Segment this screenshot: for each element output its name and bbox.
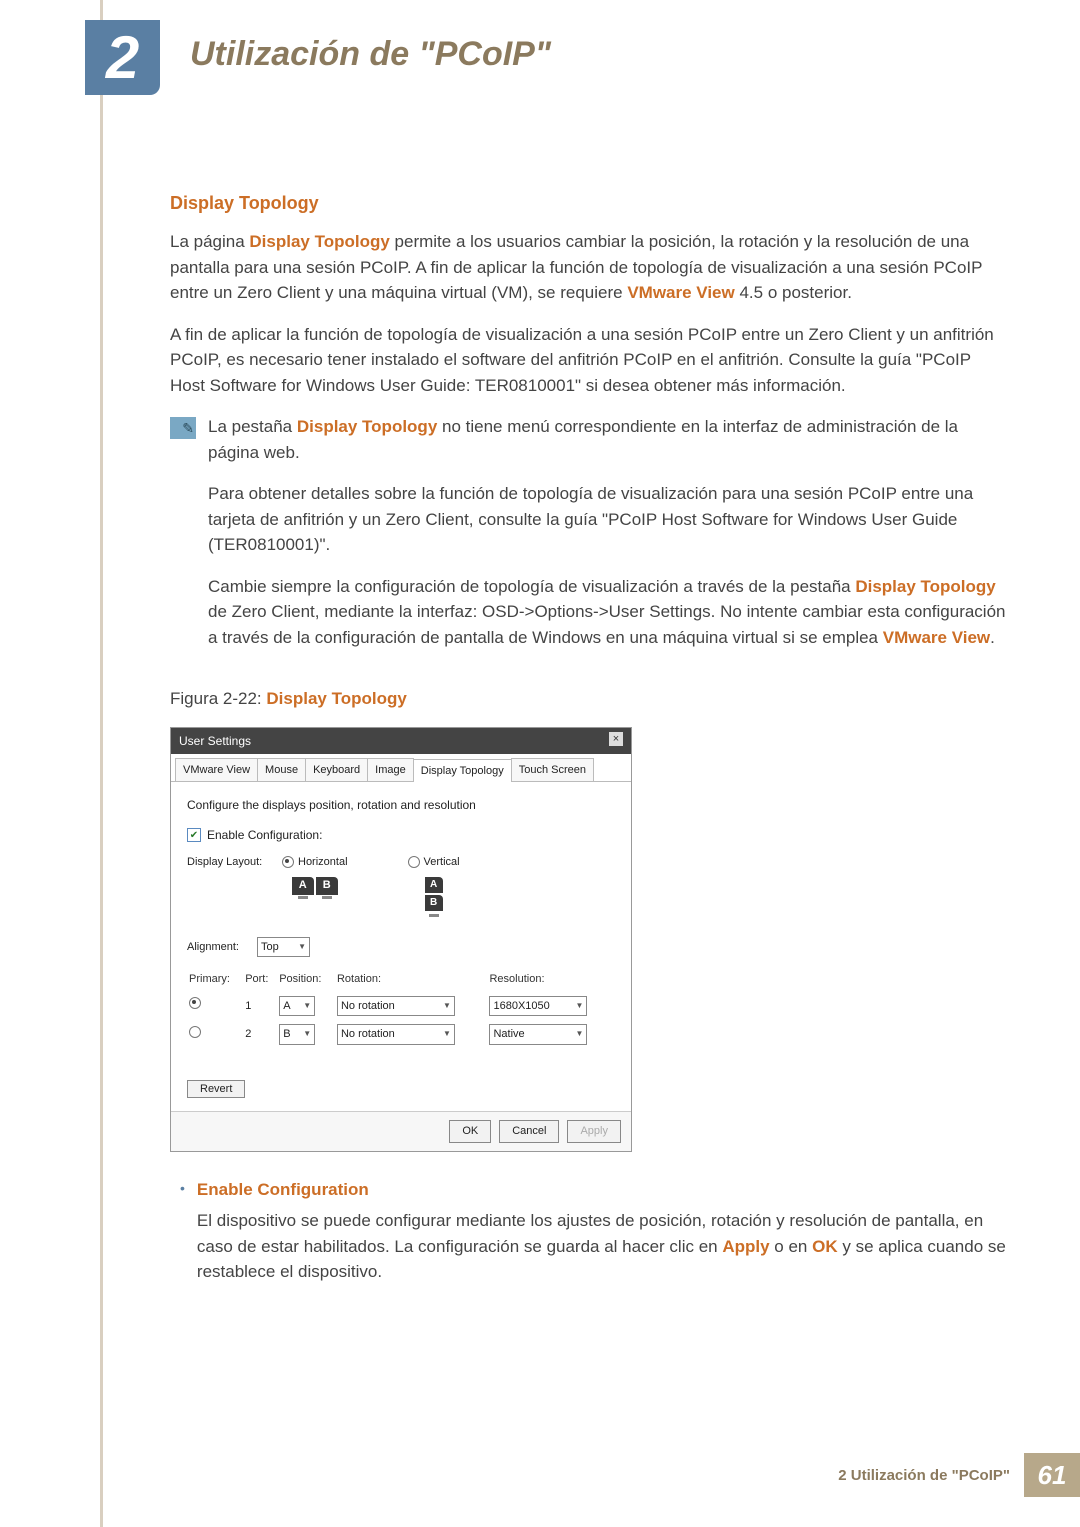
tab-keyboard[interactable]: Keyboard <box>305 758 368 782</box>
bullet-icon: • <box>180 1177 185 1285</box>
tab-mouse[interactable]: Mouse <box>257 758 306 782</box>
col-position: Position: <box>277 967 335 992</box>
chapter-title: Utilización de "PCoIP" <box>190 35 551 74</box>
rotation-select-2[interactable]: No rotation▼ <box>337 1024 455 1045</box>
col-port: Port: <box>243 967 277 992</box>
position-select-1[interactable]: A▼ <box>279 996 315 1017</box>
dialog-instruction: Configure the displays position, rotatio… <box>187 796 615 814</box>
alignment-label: Alignment: <box>187 939 257 956</box>
primary-radio-2[interactable] <box>189 1026 201 1038</box>
resolution-select-2[interactable]: Native▼ <box>489 1024 587 1045</box>
monitor-a-v-icon: A <box>425 877 443 893</box>
layout-vertical-radio[interactable] <box>408 856 420 868</box>
dialog-title: User Settings <box>179 732 251 750</box>
tab-touch-screen[interactable]: Touch Screen <box>511 758 594 782</box>
bullet-text: El dispositivo se puede configurar media… <box>197 1208 1010 1285</box>
term-display-topology: Display Topology <box>249 232 389 251</box>
left-margin-rule <box>100 0 103 1527</box>
port-1: 1 <box>243 992 277 1021</box>
ok-button[interactable]: OK <box>449 1120 491 1143</box>
chevron-down-icon: ▼ <box>298 941 306 953</box>
apply-button[interactable]: Apply <box>567 1120 621 1143</box>
section-heading: Display Topology <box>170 190 1010 217</box>
close-icon[interactable]: × <box>609 732 623 746</box>
user-settings-dialog: User Settings × VMware View Mouse Keyboa… <box>170 727 632 1152</box>
paragraph-2: A fin de aplicar la función de topología… <box>170 322 1010 399</box>
figure-caption: Figura 2-22: Display Topology <box>170 686 1010 712</box>
tab-display-topology[interactable]: Display Topology <box>413 759 512 783</box>
paragraph-1: La página Display Topology permite a los… <box>170 229 1010 306</box>
position-select-2[interactable]: B▼ <box>279 1024 315 1045</box>
layout-vertical-label: Vertical <box>424 854 460 871</box>
table-row: 1 A▼ No rotation▼ 1680X1050▼ <box>187 992 615 1021</box>
enable-configuration-checkbox[interactable]: ✔ <box>187 828 201 842</box>
note-paragraph-2: Para obtener detalles sobre la función d… <box>208 481 1010 558</box>
resolution-select-1[interactable]: 1680X1050▼ <box>489 996 587 1017</box>
revert-button[interactable]: Revert <box>187 1080 245 1098</box>
col-rotation: Rotation: <box>335 967 488 992</box>
layout-horizontal-radio[interactable] <box>282 856 294 868</box>
page-number: 61 <box>1024 1453 1080 1497</box>
monitor-b-v-icon: B <box>425 895 443 911</box>
tab-vmware-view[interactable]: VMware View <box>175 758 258 782</box>
note-icon <box>170 417 196 439</box>
cancel-button[interactable]: Cancel <box>499 1120 559 1143</box>
enable-configuration-label: Enable Configuration: <box>207 826 322 844</box>
chapter-number-badge: 2 <box>85 20 160 95</box>
display-layout-label: Display Layout: <box>187 854 282 871</box>
table-row: 2 B▼ No rotation▼ Native▼ <box>187 1020 615 1049</box>
tab-image[interactable]: Image <box>367 758 414 782</box>
alignment-select[interactable]: Top▼ <box>257 937 310 958</box>
footer-chapter-label: 2 Utilización de "PCoIP" <box>838 1467 1024 1484</box>
monitor-a-icon: A <box>292 877 314 895</box>
col-primary: Primary: <box>187 967 243 992</box>
monitor-b-icon: B <box>316 877 338 895</box>
dialog-tabs: VMware View Mouse Keyboard Image Display… <box>171 754 631 783</box>
bullet-title: Enable Configuration <box>197 1177 1010 1203</box>
port-2: 2 <box>243 1020 277 1049</box>
col-resolution: Resolution: <box>487 967 615 992</box>
primary-radio-1[interactable] <box>189 997 201 1009</box>
rotation-select-1[interactable]: No rotation▼ <box>337 996 455 1017</box>
note-paragraph-1: La pestaña Display Topology no tiene men… <box>208 414 1010 465</box>
layout-horizontal-label: Horizontal <box>298 854 348 871</box>
term-vmware-view: VMware View <box>627 283 734 302</box>
note-paragraph-3: Cambie siempre la configuración de topol… <box>208 574 1010 651</box>
